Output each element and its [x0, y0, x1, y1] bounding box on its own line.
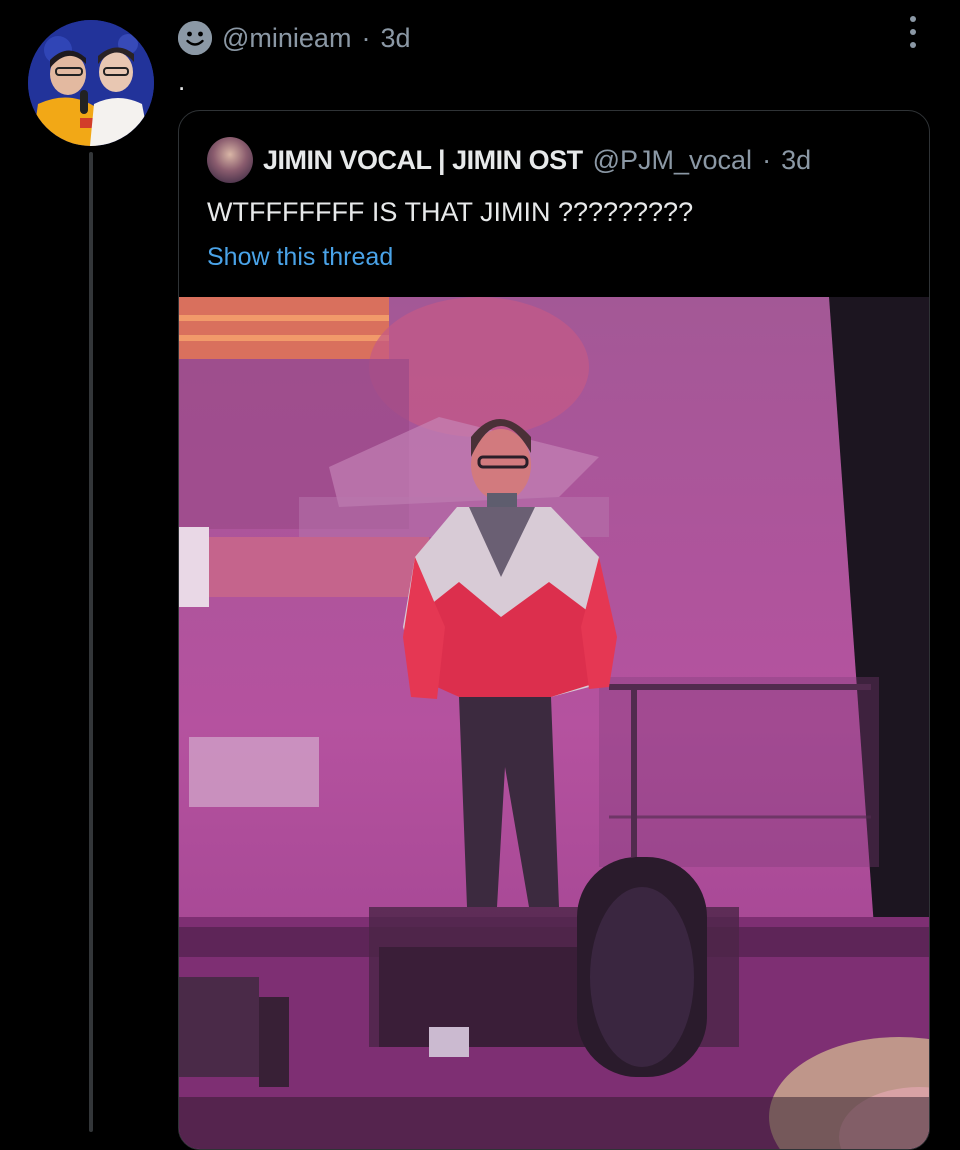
quoted-display-name[interactable]: JIMIN VOCAL | JIMIN OST: [263, 145, 583, 176]
show-thread-link[interactable]: Show this thread: [207, 243, 393, 272]
quoted-tweet-text: WTFFFFFFF IS THAT JIMIN ?????????: [207, 197, 694, 227]
quoted-handle[interactable]: @PJM_vocal: [593, 145, 752, 176]
reply-header: @minieam · 3d: [178, 18, 410, 58]
meta-separator: ·: [762, 144, 772, 175]
quoted-tweet-card[interactable]: JIMIN VOCAL | JIMIN OST @PJM_vocal · 3d …: [178, 110, 930, 1150]
smiley-icon: [178, 21, 212, 55]
thread-connector-line: [89, 152, 93, 1132]
quoted-author-avatar[interactable]: [207, 137, 253, 183]
reply-handle[interactable]: @minieam: [222, 23, 351, 54]
reply-timestamp[interactable]: 3d: [380, 23, 410, 54]
reply-text: .: [178, 66, 186, 96]
quoted-tweet-video[interactable]: [179, 297, 929, 1149]
quoted-tweet-header: JIMIN VOCAL | JIMIN OST @PJM_vocal · 3d: [263, 141, 811, 179]
reply-author-avatar[interactable]: [28, 20, 154, 146]
avatar-photo: [28, 20, 154, 146]
quoted-timestamp[interactable]: 3d: [781, 145, 811, 176]
meta-separator: ·: [361, 22, 371, 53]
concert-photo: [179, 297, 929, 1149]
more-options-icon[interactable]: [908, 16, 918, 48]
